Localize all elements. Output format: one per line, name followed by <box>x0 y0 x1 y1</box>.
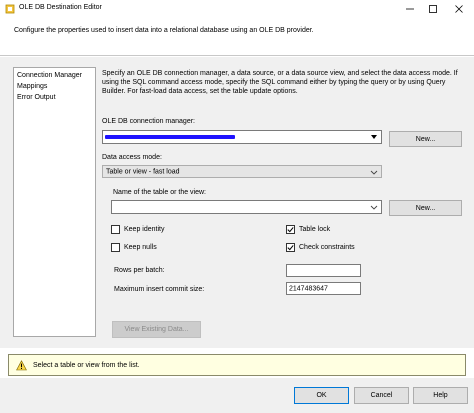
chevron-down-icon <box>370 203 378 211</box>
check-constraints-checkbox[interactable] <box>286 243 295 252</box>
data-access-mode-label: Data access mode: <box>102 154 162 161</box>
nav-item-error-output[interactable]: Error Output <box>16 92 94 103</box>
keep-identity-label: Keep identity <box>124 226 165 233</box>
table-name-label: Name of the table or the view: <box>113 189 206 196</box>
check-constraints-label: Check constraints <box>299 244 355 251</box>
cancel-button[interactable]: Cancel <box>354 387 409 404</box>
app-icon <box>5 4 15 14</box>
max-insert-commit-input[interactable]: 2147483647 <box>286 282 361 295</box>
status-message-bar: Select a table or view from the list. <box>8 354 466 376</box>
help-button[interactable]: Help <box>413 387 468 404</box>
table-lock-checkbox[interactable] <box>286 225 295 234</box>
check-constraints-option[interactable]: Check constraints <box>286 243 355 252</box>
close-icon[interactable] <box>452 2 466 16</box>
minimize-icon[interactable] <box>403 2 417 16</box>
table-lock-label: Table lock <box>299 226 331 233</box>
status-message: Select a table or view from the list. <box>33 362 140 369</box>
nav-item-connection-manager[interactable]: Connection Manager <box>16 70 94 81</box>
rows-per-batch-label: Rows per batch: <box>114 267 165 274</box>
description-bar: Configure the properties used to insert … <box>0 18 474 56</box>
window-title: OLE DB Destination Editor <box>19 4 102 11</box>
keep-nulls-label: Keep nulls <box>124 244 157 251</box>
new-connection-button[interactable]: New... <box>389 131 462 147</box>
keep-nulls-option[interactable]: Keep nulls <box>111 243 157 252</box>
chevron-down-icon <box>370 133 378 141</box>
view-existing-data-button[interactable]: View Existing Data... <box>112 321 201 338</box>
data-access-mode-select[interactable]: Table or view - fast load <box>102 165 382 178</box>
nav-item-mappings[interactable]: Mappings <box>16 81 94 92</box>
keep-identity-checkbox[interactable] <box>111 225 120 234</box>
chevron-down-icon <box>370 168 378 176</box>
table-name-combo[interactable] <box>111 200 382 214</box>
info-text: Specify an OLE DB connection manager, a … <box>102 70 458 95</box>
rows-per-batch-input[interactable] <box>286 264 361 277</box>
check-icon <box>287 227 294 233</box>
connection-manager-combo[interactable] <box>102 130 382 144</box>
redaction-mark <box>105 135 235 139</box>
keep-identity-option[interactable]: Keep identity <box>111 225 164 234</box>
new-table-button[interactable]: New... <box>389 200 462 216</box>
warning-icon <box>16 360 27 371</box>
ok-button[interactable]: OK <box>294 387 349 404</box>
data-access-mode-value: Table or view - fast load <box>106 168 180 175</box>
maximize-icon[interactable] <box>426 2 440 16</box>
max-insert-commit-value: 2147483647 <box>289 285 328 292</box>
connection-manager-label: OLE DB connection manager: <box>102 118 195 125</box>
nav-panel: Connection Manager Mappings Error Output <box>13 67 96 337</box>
keep-nulls-checkbox[interactable] <box>111 243 120 252</box>
window-description: Configure the properties used to insert … <box>14 27 314 34</box>
title-bar: OLE DB Destination Editor <box>0 0 474 18</box>
max-insert-commit-label: Maximum insert commit size: <box>114 286 205 293</box>
table-lock-option[interactable]: Table lock <box>286 225 330 234</box>
check-icon <box>287 245 294 251</box>
